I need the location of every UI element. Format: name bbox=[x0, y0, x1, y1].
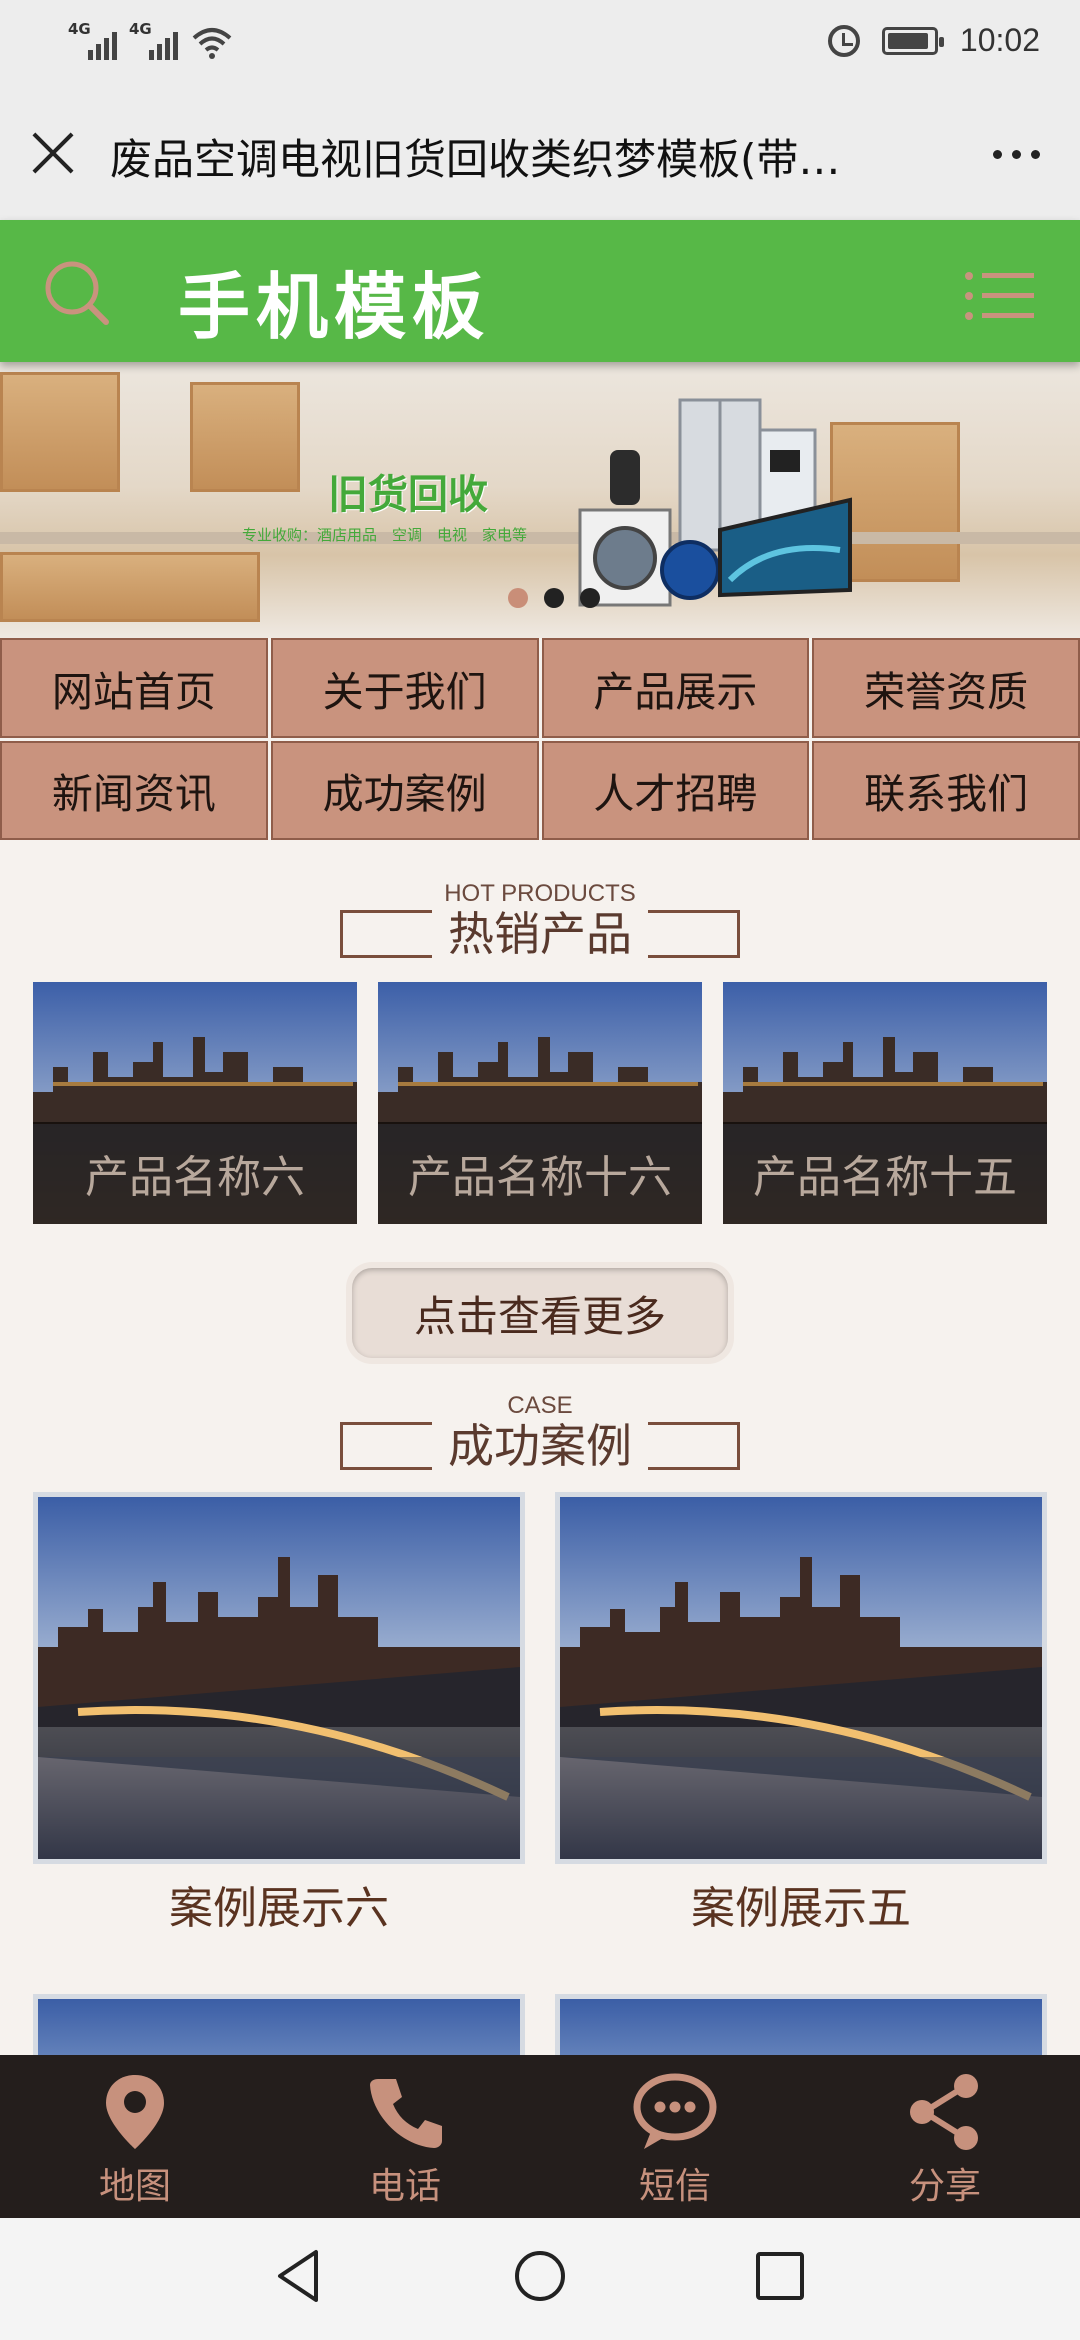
network-type-label: 4G bbox=[68, 20, 91, 38]
case-thumbnail bbox=[560, 1497, 1042, 1859]
main-nav: 网站首页 关于我们 产品展示 荣誉资质 新闻资讯 成功案例 人才招聘 联系我们 bbox=[0, 638, 1080, 840]
slider-dots bbox=[508, 588, 600, 608]
product-card[interactable]: 产品名称六 bbox=[33, 982, 357, 1224]
slider-dot[interactable] bbox=[508, 588, 528, 608]
banner-decoration bbox=[0, 532, 1080, 544]
tab-label: 短信 bbox=[638, 2166, 711, 2207]
banner-slider[interactable]: 旧货回收 专业收购：酒店用品 空调 电视 家电等 bbox=[0, 362, 1080, 638]
tab-map[interactable]: 地图 bbox=[0, 2055, 270, 2218]
case-card[interactable] bbox=[33, 1492, 525, 1864]
close-icon[interactable] bbox=[30, 130, 76, 176]
clock: 10:02 bbox=[959, 22, 1040, 58]
home-icon[interactable] bbox=[510, 2246, 570, 2306]
tab-label: 分享 bbox=[908, 2166, 981, 2207]
signal-indicators: 4G 4G bbox=[68, 20, 232, 60]
banner-decoration bbox=[0, 372, 120, 492]
battery-icon bbox=[881, 26, 944, 55]
view-more-button[interactable]: 点击查看更多 bbox=[352, 1268, 728, 1358]
signal-icon: 4G bbox=[68, 20, 117, 60]
case-card[interactable] bbox=[555, 1492, 1047, 1864]
case-name[interactable]: 案例展示六 bbox=[33, 1872, 525, 1936]
bottom-tab-bar: 地图 电话 短信 分享 bbox=[0, 2055, 1080, 2218]
tab-sms[interactable]: 短信 bbox=[540, 2055, 810, 2218]
nav-item-about[interactable]: 关于我们 bbox=[270, 638, 539, 738]
nav-item-home[interactable]: 网站首页 bbox=[0, 638, 268, 738]
site-logo[interactable]: 手机模板 bbox=[178, 248, 490, 353]
nav-item-cases[interactable]: 成功案例 bbox=[270, 740, 539, 840]
browser-title-bar: 废品空调电视旧货回收类织梦模板(带… bbox=[0, 90, 1080, 220]
section-title: 热销产品 bbox=[448, 907, 632, 961]
share-icon bbox=[910, 2074, 978, 2150]
menu-icon[interactable] bbox=[964, 270, 1034, 322]
system-navigation-bar bbox=[0, 2218, 1080, 2340]
product-name: 产品名称六 bbox=[33, 1122, 357, 1224]
section-header-cases: CASE 成功案例 bbox=[340, 1392, 740, 1473]
nav-item-news[interactable]: 新闻资讯 bbox=[0, 740, 268, 840]
wifi-icon bbox=[192, 28, 232, 59]
banner-decoration bbox=[0, 552, 260, 622]
status-bar: 4G 4G 10:02 bbox=[0, 0, 1080, 90]
tab-label: 地图 bbox=[98, 2166, 171, 2207]
alarm-icon bbox=[827, 24, 860, 57]
search-icon[interactable] bbox=[42, 258, 112, 328]
nav-item-products[interactable]: 产品展示 bbox=[541, 638, 810, 738]
product-card[interactable]: 产品名称十五 bbox=[723, 982, 1047, 1224]
slider-dot[interactable] bbox=[544, 588, 564, 608]
site-header: 手机模板 bbox=[0, 220, 1080, 362]
product-name: 产品名称十六 bbox=[378, 1122, 702, 1224]
phone-icon bbox=[370, 2079, 442, 2148]
banner-decoration bbox=[190, 382, 300, 492]
banner-subtitle: 专业收购：酒店用品 空调 电视 家电等 bbox=[242, 526, 528, 544]
case-name[interactable]: 案例展示五 bbox=[555, 1872, 1047, 1936]
tab-phone[interactable]: 电话 bbox=[270, 2055, 540, 2218]
product-card[interactable]: 产品名称十六 bbox=[378, 982, 702, 1224]
page-title: 废品空调电视旧货回收类织梦模板(带… bbox=[110, 135, 841, 184]
nav-item-careers[interactable]: 人才招聘 bbox=[541, 740, 810, 840]
product-name: 产品名称十五 bbox=[723, 1122, 1047, 1224]
banner-title: 旧货回收 bbox=[328, 472, 488, 518]
tab-share[interactable]: 分享 bbox=[810, 2055, 1080, 2218]
section-header-hot-products: HOT PRODUCTS 热销产品 bbox=[340, 880, 740, 961]
network-type-label: 4G bbox=[129, 20, 152, 38]
recents-icon[interactable] bbox=[750, 2246, 810, 2306]
slider-dot[interactable] bbox=[580, 588, 600, 608]
case-thumbnail bbox=[38, 1497, 520, 1859]
tab-label: 电话 bbox=[368, 2166, 441, 2207]
back-icon[interactable] bbox=[270, 2246, 330, 2306]
map-pin-icon bbox=[106, 2075, 164, 2149]
nav-item-contact[interactable]: 联系我们 bbox=[812, 740, 1080, 840]
section-title: 成功案例 bbox=[448, 1419, 632, 1473]
message-icon bbox=[633, 2073, 717, 2149]
signal-icon: 4G bbox=[129, 20, 178, 60]
more-options-icon[interactable] bbox=[993, 150, 1040, 159]
appliances-image bbox=[578, 398, 852, 607]
nav-item-honors[interactable]: 荣誉资质 bbox=[812, 638, 1080, 738]
